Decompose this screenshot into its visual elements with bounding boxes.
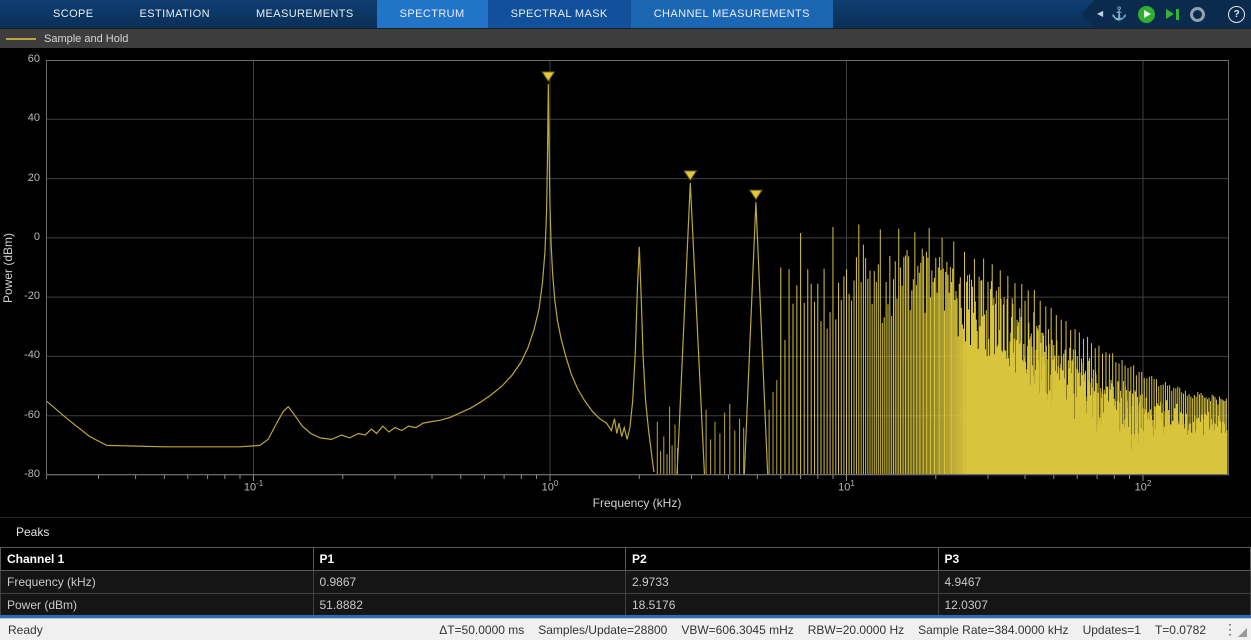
cell-value: 12.0307 — [938, 594, 1251, 617]
peaks-panel-title: Peaks — [16, 525, 49, 539]
status-metric: Updates=1 — [1083, 623, 1141, 637]
table-header-row: Channel 1P1P2P3 — [1, 548, 1251, 571]
collapse-toolstrip-icon[interactable]: ◀ — [1097, 10, 1103, 18]
play-icon — [1144, 10, 1151, 18]
peaks-panel: Peaks Channel 1P1P2P3Frequency (kHz)0.98… — [0, 517, 1251, 615]
status-metric: T=0.0782 — [1155, 623, 1206, 637]
tab-spectral-mask[interactable]: SPECTRAL MASK — [488, 0, 631, 28]
step-triangle-icon — [1166, 9, 1174, 19]
spectrum-plot-region: Power (dBm) Frequency (kHz) 6040200-20-4… — [0, 48, 1251, 517]
row-label: Power (dBm) — [1, 594, 314, 617]
tab-strip: SCOPEESTIMATIONMEASUREMENTSSPECTRUMSPECT… — [0, 0, 833, 28]
resize-grip-icon[interactable] — [1238, 628, 1247, 637]
status-metric: ΔT=50.0000 ms — [439, 623, 524, 637]
stop-button[interactable] — [1190, 7, 1205, 22]
x-axis-ticks — [46, 475, 1143, 481]
cell-value: 2.9733 — [626, 571, 939, 594]
y-tick-label: 20 — [2, 172, 40, 184]
table-row: Power (dBm)51.888218.517612.0307 — [1, 594, 1251, 617]
y-tick-label: 40 — [2, 112, 40, 124]
y-tick-label: 0 — [2, 231, 40, 243]
harmonic-comb-trace — [781, 225, 1227, 476]
row-label: Frequency (kHz) — [1, 571, 314, 594]
y-tick-label: -20 — [2, 290, 40, 302]
peak-tent — [677, 183, 705, 475]
tab-channel-measurements[interactable]: CHANNEL MEASUREMENTS — [631, 0, 833, 28]
peak-marker-p1[interactable] — [542, 72, 554, 81]
peak-marker-p3[interactable] — [750, 190, 762, 199]
y-tick-label: 60 — [2, 53, 40, 65]
legend-line-sample — [6, 38, 36, 40]
spectrum-trace — [46, 84, 654, 472]
peak-tent — [744, 202, 767, 475]
status-metric: RBW=20.0000 Hz — [808, 623, 904, 637]
x-tick-label: 102 — [1135, 479, 1152, 494]
y-tick-label: -40 — [2, 349, 40, 361]
x-tick-label: 100 — [542, 479, 559, 494]
peaks-column-header: P2 — [626, 548, 939, 571]
status-text: Ready — [8, 623, 43, 637]
help-button[interactable]: ? — [1228, 6, 1245, 23]
run-button[interactable] — [1138, 6, 1155, 23]
toolbar-actions: ◀ ⚓ ? — [1081, 0, 1251, 28]
legend-label: Sample and Hold — [44, 33, 128, 45]
cell-value: 51.8882 — [313, 594, 626, 617]
spectrum-plot[interactable] — [46, 60, 1229, 485]
status-metrics: ΔT=50.0000 ms Samples/Update=28800 VBW=606… — [439, 623, 1206, 637]
x-axis-title: Frequency (kHz) — [593, 496, 682, 510]
noise-spikes — [657, 380, 777, 475]
status-metric: Samples/Update=28800 — [538, 623, 667, 637]
tab-scope[interactable]: SCOPE — [30, 0, 117, 28]
peaks-table: Channel 1P1P2P3Frequency (kHz)0.98672.97… — [0, 547, 1251, 617]
toolstrip: SCOPEESTIMATIONMEASUREMENTSSPECTRUMSPECT… — [0, 0, 1251, 28]
status-metric: VBW=606.3045 mHz — [681, 623, 793, 637]
tab-measurements[interactable]: MEASUREMENTS — [233, 0, 377, 28]
peaks-column-header: P3 — [938, 548, 1251, 571]
table-row: Frequency (kHz)0.98672.97334.9467 — [1, 571, 1251, 594]
status-menu-button[interactable]: ⋮ — [1222, 621, 1238, 638]
pintool-icon[interactable]: ⚓ — [1111, 0, 1127, 28]
x-tick-label: 101 — [838, 479, 855, 494]
y-tick-label: -80 — [2, 468, 40, 480]
peaks-column-header: Channel 1 — [1, 548, 314, 571]
status-metric: Sample Rate=384.0000 kHz — [918, 623, 1068, 637]
step-bar-icon — [1176, 9, 1179, 20]
cell-value: 4.9467 — [938, 571, 1251, 594]
x-tick-label: 10-1 — [244, 479, 263, 494]
cell-value: 0.9867 — [313, 571, 626, 594]
status-bar: Ready ΔT=50.0000 ms Samples/Update=28800 V… — [0, 618, 1251, 640]
legend-bar: Sample and Hold — [0, 28, 1251, 48]
cell-value: 18.5176 — [626, 594, 939, 617]
peaks-column-header: P1 — [313, 548, 626, 571]
tab-estimation[interactable]: ESTIMATION — [117, 0, 233, 28]
y-tick-label: -60 — [2, 409, 40, 421]
step-forward-button[interactable] — [1166, 9, 1179, 20]
tab-spectrum[interactable]: SPECTRUM — [377, 0, 488, 28]
